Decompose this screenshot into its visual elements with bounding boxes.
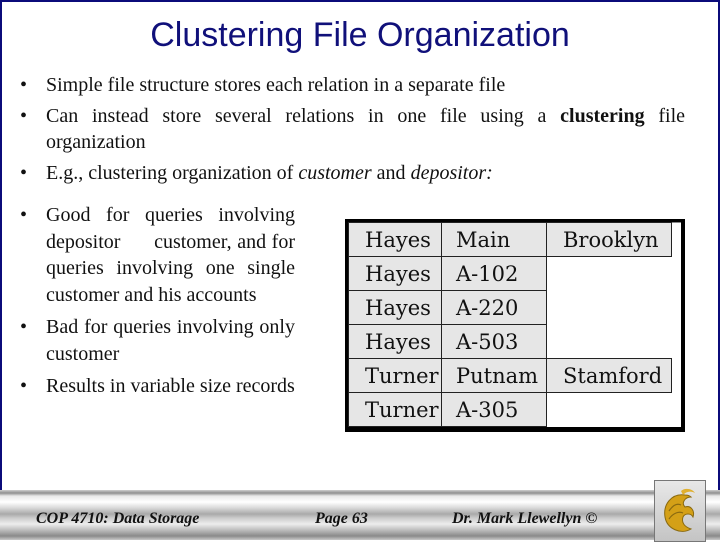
bullet-item: • Results in variable size records xyxy=(20,373,295,400)
top-bullet-list: • Simple file structure stores each rela… xyxy=(20,72,685,190)
bullet-item: • E.g., clustering organization of custo… xyxy=(20,160,685,187)
bullet-item: • Can instead store several relations in… xyxy=(20,103,685,156)
bullet-icon: • xyxy=(20,204,28,226)
bullet-text: E.g., clustering organization of custome… xyxy=(46,160,685,187)
table-row: Turner Putnam Stamford xyxy=(348,358,672,393)
left-bullet-list: • Good for queries involving depositor c… xyxy=(20,202,295,406)
bullet-text-part: and xyxy=(371,161,411,184)
bullet-text-part: Simple file structure stores each relati… xyxy=(46,74,506,96)
table-cell: A-102 xyxy=(441,256,547,291)
table-row: Hayes A-102 xyxy=(348,256,672,291)
bullet-text: Can instead store several relations in o… xyxy=(46,103,685,156)
bullet-text: Results in variable size records xyxy=(46,375,295,397)
bullet-icon: • xyxy=(20,316,28,338)
table-row: Hayes A-220 xyxy=(348,290,672,325)
bullet-text: Bad for queries involving only customer xyxy=(46,316,295,365)
table-cell: A-220 xyxy=(441,290,547,325)
pegasus-icon xyxy=(664,488,695,532)
table-row: Hayes A-503 xyxy=(348,324,672,359)
table-cell: A-503 xyxy=(441,324,547,359)
bullet-icon: • xyxy=(20,375,28,397)
bullet-item: • Simple file structure stores each rela… xyxy=(20,72,685,99)
table-cell xyxy=(546,256,672,291)
slide-title: Clustering File Organization xyxy=(150,16,570,54)
table-cell: Turner xyxy=(348,392,442,427)
table-cell xyxy=(546,290,672,325)
footer-page-number: Page 63 xyxy=(315,510,368,527)
footer-bar: COP 4710: Data Storage Page 63 Dr. Mark … xyxy=(0,490,720,540)
bullet-text-italic: customer xyxy=(298,161,372,184)
bullet-icon: • xyxy=(20,104,28,127)
bullet-icon: • xyxy=(20,74,28,96)
ucf-pegasus-logo-icon xyxy=(654,480,706,542)
bullet-item: • Bad for queries involving only custome… xyxy=(20,314,295,367)
bullet-text-part: E.g., clustering organization of xyxy=(46,161,299,184)
clustering-table-figure: Hayes Main Brooklyn Hayes A-102 Hayes A-220 Hay… xyxy=(345,219,685,432)
table-row: Turner A-305 xyxy=(348,392,672,427)
table-cell xyxy=(546,324,672,359)
table-cell xyxy=(546,392,672,427)
clustering-table: Hayes Main Brooklyn Hayes A-102 Hayes A-220 Hay… xyxy=(348,222,672,427)
table-cell: Brooklyn xyxy=(546,222,672,257)
bullet-text-part: Can instead store several relations in o… xyxy=(46,104,561,127)
table-cell: Putnam xyxy=(441,358,547,393)
bullet-text-italic: depositor: xyxy=(410,161,493,184)
bullet-text: Good for queries involving depositor cus… xyxy=(46,204,295,306)
table-cell: Hayes xyxy=(348,290,442,325)
table-cell: Hayes xyxy=(348,222,442,257)
table-cell: Stamford xyxy=(546,358,672,393)
bullet-icon: • xyxy=(20,161,28,184)
bullet-text-bold: clustering xyxy=(560,104,645,127)
table-cell: A-305 xyxy=(441,392,547,427)
footer-author: Dr. Mark Llewellyn © xyxy=(452,510,598,527)
table-cell: Hayes xyxy=(348,324,442,359)
table-cell: Turner xyxy=(348,358,442,393)
table-row: Hayes Main Brooklyn xyxy=(348,222,672,257)
bullet-item: • Good for queries involving depositor c… xyxy=(20,202,295,308)
bullet-text: Simple file structure stores each relati… xyxy=(46,72,685,99)
table-cell: Main xyxy=(441,222,547,257)
table-cell: Hayes xyxy=(348,256,442,291)
footer-course: COP 4710: Data Storage xyxy=(36,510,200,527)
